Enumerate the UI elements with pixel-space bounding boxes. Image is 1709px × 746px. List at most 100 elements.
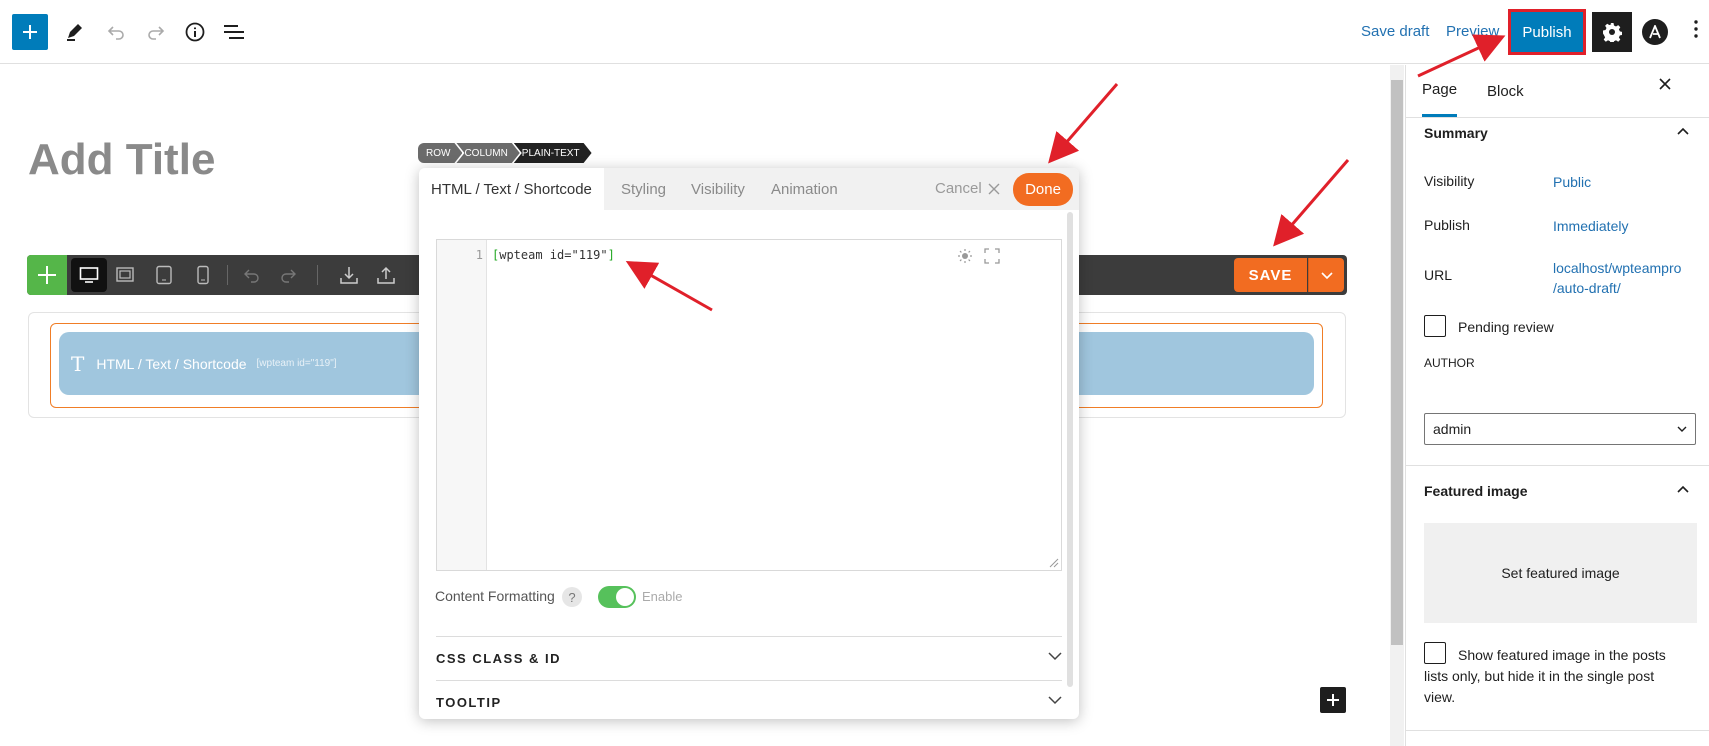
chevron-down-icon — [1677, 426, 1687, 432]
content-formatting-toggle[interactable] — [598, 586, 636, 608]
details-button[interactable] — [177, 14, 213, 50]
element-settings-modal: HTML / Text / Shortcode Styling Visibili… — [419, 168, 1079, 719]
editor-scrollbar-thumb[interactable] — [1391, 80, 1403, 645]
show-featured-line: lists only, but hide it in the single po… — [1424, 668, 1655, 684]
tab-styling[interactable]: Styling — [621, 168, 666, 210]
breadcrumb-plain-text[interactable]: PLAIN-TEXT — [514, 143, 592, 163]
url-value[interactable]: localhost/wpteampro /auto-draft/ — [1553, 258, 1681, 298]
resize-handle-icon[interactable] — [1047, 556, 1059, 568]
export-button[interactable] — [372, 261, 400, 289]
pending-review-label: Pending review — [1458, 319, 1554, 335]
info-icon — [185, 22, 205, 42]
astra-button[interactable] — [1642, 19, 1668, 45]
import-button[interactable] — [335, 261, 363, 289]
section-title: CSS CLASS & ID — [436, 651, 562, 666]
tab-html-text-shortcode[interactable]: HTML / Text / Shortcode — [419, 168, 604, 210]
plus-icon — [23, 25, 37, 39]
options-button[interactable] — [1694, 20, 1702, 42]
author-label: AUTHOR — [1424, 356, 1475, 370]
builder-undo-button[interactable] — [238, 261, 266, 289]
cancel-button[interactable]: Cancel — [935, 180, 1001, 197]
tab-block[interactable]: Block — [1487, 65, 1524, 117]
help-icon[interactable]: ? — [562, 587, 582, 607]
chevron-down-icon — [1048, 696, 1062, 705]
code-line[interactable]: [wpteam id="119"] — [492, 248, 615, 262]
visibility-label: Visibility — [1424, 173, 1475, 189]
post-title-placeholder[interactable]: Add Title — [28, 135, 215, 185]
set-featured-image-button[interactable]: Set featured image — [1424, 523, 1697, 623]
tools-button[interactable] — [56, 14, 92, 50]
pending-review-checkbox[interactable] — [1424, 315, 1446, 337]
redo-button[interactable] — [138, 14, 174, 50]
line-number: 1 — [475, 248, 483, 262]
code-editor[interactable]: 1 [wpteam id="119"] — [436, 239, 1062, 571]
featured-image-panel-title[interactable]: Featured image — [1424, 483, 1527, 499]
chevron-up-icon[interactable] — [1677, 127, 1689, 135]
element-label: HTML / Text / Shortcode — [96, 355, 247, 372]
chevron-down-icon — [1048, 652, 1062, 661]
builder-add-button[interactable] — [27, 255, 67, 295]
mobile-icon — [197, 265, 209, 285]
fullscreen-button[interactable] — [982, 246, 1002, 266]
summary-panel-title[interactable]: Summary — [1424, 125, 1488, 141]
preview-button[interactable]: Preview — [1446, 23, 1499, 40]
plus-icon — [1327, 694, 1339, 706]
show-featured-label: Show featured image in the posts lists o… — [1424, 645, 1704, 708]
tooltip-section[interactable]: TOOLTIP — [436, 680, 1062, 719]
laptop-view-button[interactable] — [111, 261, 139, 289]
builder-redo-button[interactable] — [274, 261, 302, 289]
url-line: /auto-draft/ — [1553, 280, 1621, 296]
undo-button[interactable] — [98, 14, 134, 50]
block-inserter-button[interactable] — [12, 14, 48, 50]
tab-animation[interactable]: Animation — [771, 168, 838, 210]
breadcrumb-row[interactable]: ROW — [418, 143, 462, 163]
content-formatting-label: Content Formatting — [435, 588, 555, 604]
line-gutter: 1 — [437, 240, 487, 570]
undo-icon — [107, 26, 124, 40]
tab-visibility[interactable]: Visibility — [691, 168, 745, 210]
list-view-button[interactable] — [216, 14, 252, 50]
upload-icon — [377, 266, 395, 284]
list-view-icon — [224, 25, 244, 39]
element-shortcode-preview: [wpteam id="119"] — [256, 358, 337, 369]
url-label: URL — [1424, 267, 1453, 283]
publish-button[interactable]: Publish — [1508, 9, 1586, 55]
tablet-view-button[interactable] — [150, 261, 178, 289]
visibility-value[interactable]: Public — [1553, 172, 1591, 192]
save-draft-button[interactable]: Save draft — [1361, 23, 1429, 40]
toolbar-divider — [227, 265, 228, 285]
divider — [1406, 117, 1709, 118]
done-button[interactable]: Done — [1013, 173, 1073, 206]
close-icon — [988, 183, 1000, 194]
plus-icon — [38, 266, 56, 284]
desktop-icon — [79, 267, 99, 283]
section-title: TOOLTIP — [436, 695, 502, 710]
cancel-label: Cancel — [935, 180, 982, 197]
css-class-id-section[interactable]: CSS CLASS & ID — [436, 636, 1062, 680]
settings-button[interactable] — [1592, 12, 1632, 52]
show-featured-line: Show featured image in the posts — [1458, 647, 1666, 663]
fullscreen-icon — [984, 248, 1000, 264]
theme-toggle-button[interactable] — [955, 246, 975, 266]
tablet-icon — [156, 265, 172, 285]
toolbar-divider — [317, 265, 318, 285]
breadcrumb-column[interactable]: COLUMN — [456, 143, 519, 163]
publish-date-value[interactable]: Immediately — [1553, 216, 1628, 236]
builder-save-button[interactable]: SAVE — [1234, 258, 1307, 292]
redo-icon — [281, 269, 296, 283]
tab-page[interactable]: Page — [1422, 65, 1458, 117]
desktop-view-button[interactable] — [71, 258, 107, 292]
text-type-icon: T — [71, 351, 85, 376]
chevron-up-icon[interactable] — [1677, 485, 1689, 493]
mobile-view-button[interactable] — [189, 261, 217, 289]
save-options-button[interactable] — [1308, 258, 1344, 292]
modal-scrollbar[interactable] — [1067, 212, 1073, 687]
add-block-button[interactable] — [1320, 687, 1346, 713]
url-line: localhost/wpteampro — [1553, 260, 1682, 276]
close-icon[interactable] — [1658, 77, 1672, 91]
code-bracket-close: ] — [607, 248, 615, 262]
editor-toolbar: Save draft Preview Publish — [0, 0, 1709, 64]
author-value: admin — [1433, 421, 1472, 437]
author-select[interactable]: admin — [1424, 413, 1696, 445]
sun-icon — [958, 249, 972, 263]
